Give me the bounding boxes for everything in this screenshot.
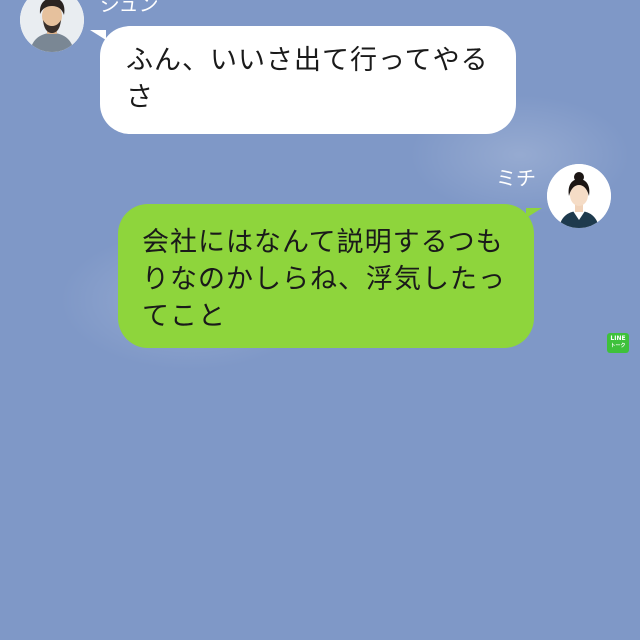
message-text: ふん、いいさ出て行ってやるさ	[126, 45, 489, 113]
woman-avatar-icon[interactable]	[547, 164, 611, 228]
outgoing-message-bubble[interactable]: 会社にはなんて説明するつもりなのかしらね、浮気したってこと	[118, 204, 534, 348]
watermark-line1: LINE	[610, 335, 626, 342]
sender-name: ジュン	[100, 0, 159, 16]
watermark-line2: トーク	[610, 343, 626, 349]
bubble-tail	[90, 30, 106, 40]
sender-name: ミチ	[496, 166, 536, 190]
message-text: 会社にはなんて説明するつもりなのかしらね、浮気したってこと	[142, 227, 506, 332]
incoming-message-bubble[interactable]: ふん、いいさ出て行ってやるさ	[100, 26, 516, 134]
line-logo-icon: LINE トーク	[607, 333, 629, 353]
